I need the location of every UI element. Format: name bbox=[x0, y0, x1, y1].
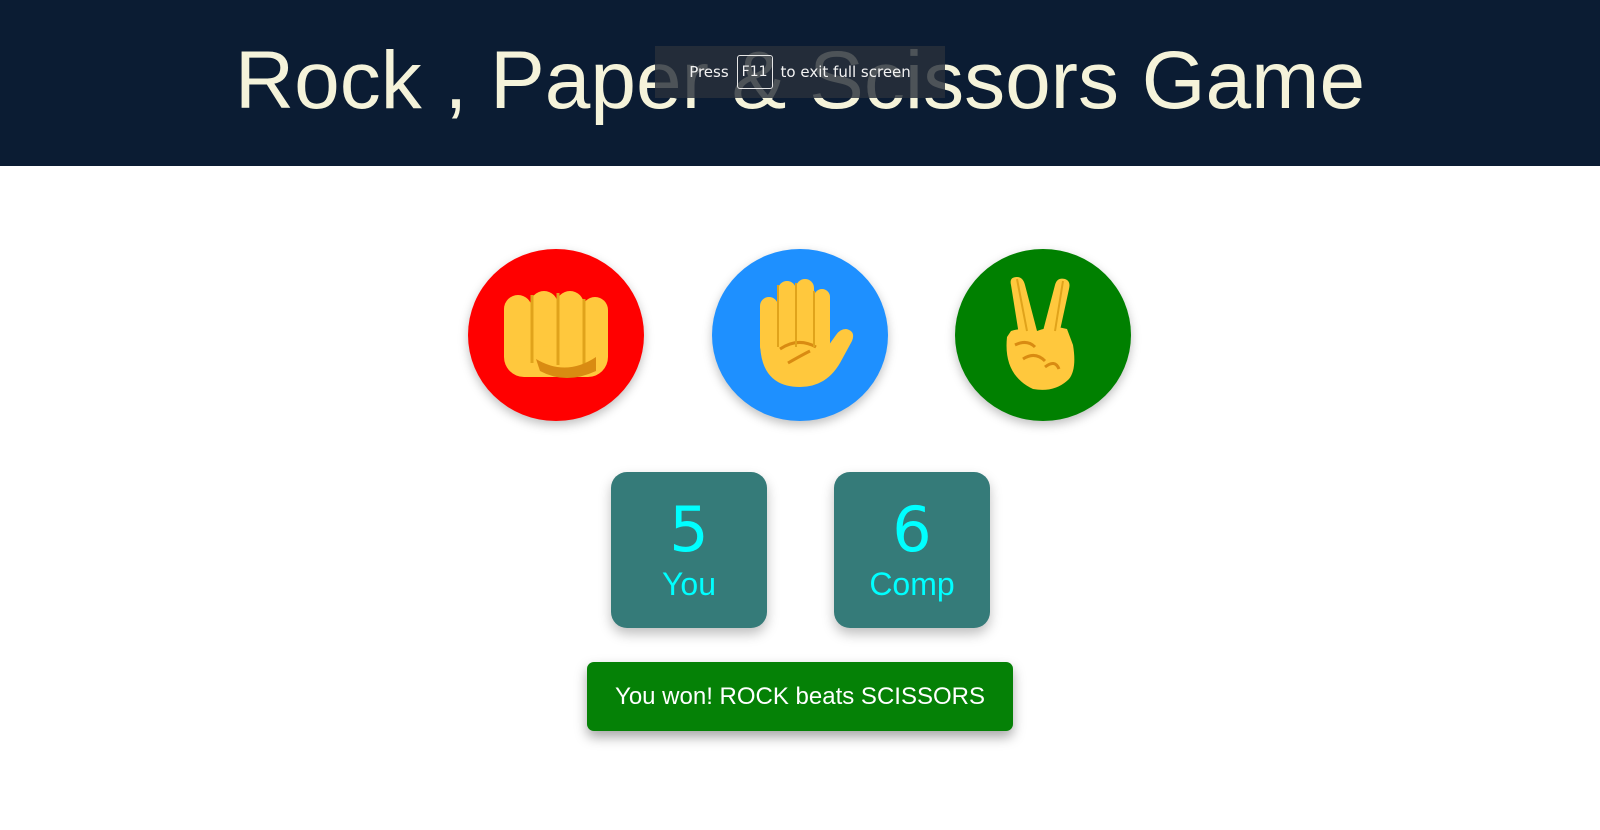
computer-score-box: 6 Comp bbox=[834, 472, 990, 628]
fullscreen-notice: Press F11 to exit full screen bbox=[655, 46, 945, 98]
fullscreen-notice-suffix: to exit full screen bbox=[780, 63, 911, 81]
result-message: You won! ROCK beats SCISSORS bbox=[587, 662, 1013, 731]
user-score-box: 5 You bbox=[611, 472, 767, 628]
user-score-value: 5 bbox=[669, 493, 709, 566]
victory-hand-icon bbox=[993, 275, 1093, 395]
computer-score-value: 6 bbox=[892, 493, 932, 566]
paper-choice-button[interactable] bbox=[712, 249, 888, 421]
fullscreen-notice-prefix: Press bbox=[689, 63, 729, 81]
computer-score-label: Comp bbox=[869, 566, 955, 602]
f11-key-badge: F11 bbox=[736, 55, 773, 89]
choices-container bbox=[0, 249, 1600, 421]
fist-icon bbox=[496, 285, 616, 385]
user-score-label: You bbox=[662, 566, 716, 602]
rock-choice-button[interactable] bbox=[468, 249, 644, 421]
open-hand-icon bbox=[740, 275, 860, 395]
scissors-choice-button[interactable] bbox=[955, 249, 1131, 421]
